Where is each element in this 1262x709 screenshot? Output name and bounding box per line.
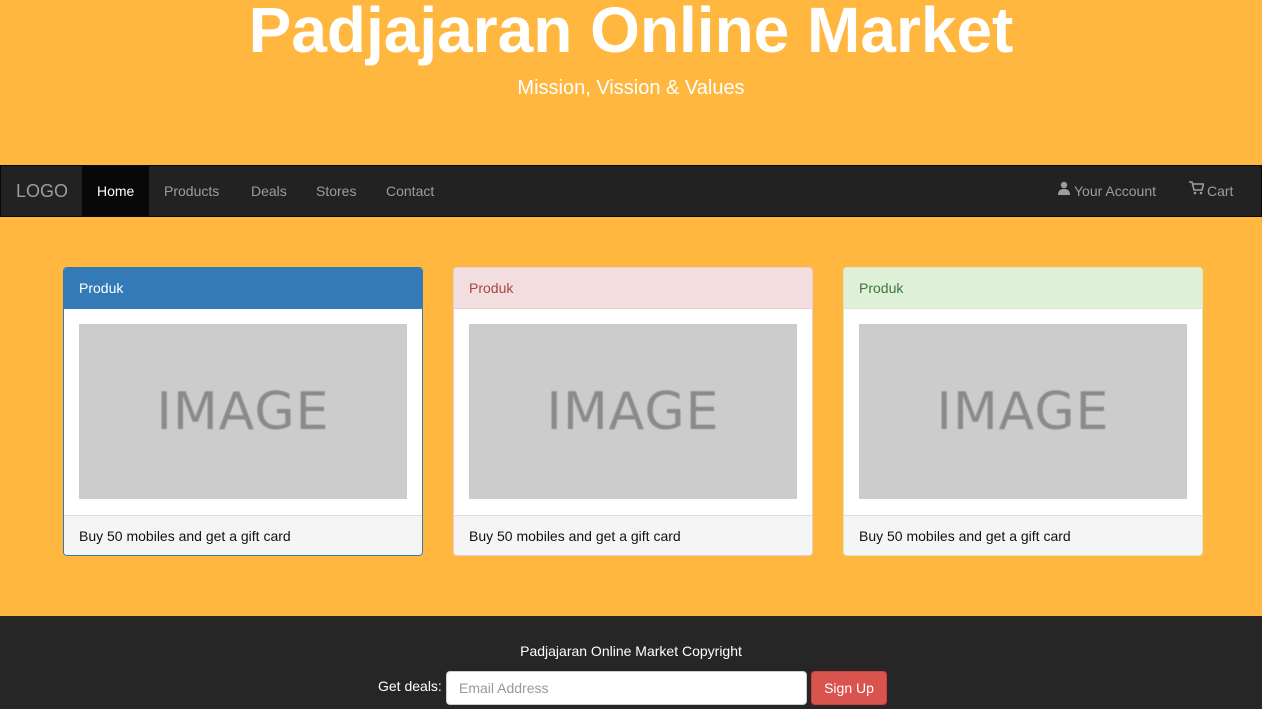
- your-account-label: Your Account: [1074, 183, 1156, 199]
- site-subtitle: Mission, Vission & Values: [517, 77, 745, 99]
- copyright-text: Padjajaran Online Market Copyright: [520, 643, 742, 659]
- panel-body: IMAGE: [454, 309, 812, 515]
- panel-body: IMAGE: [64, 309, 422, 515]
- cart-link[interactable]: Cart: [1189, 166, 1233, 216]
- cart-label: Cart: [1207, 183, 1234, 199]
- user-icon: [1057, 165, 1071, 215]
- sign-up-button[interactable]: Sign Up: [811, 671, 887, 705]
- panel-footer: Buy 50 mobiles and get a gift card: [844, 515, 1202, 555]
- panel-heading: Produk: [844, 268, 1202, 309]
- jumbotron: Padjajaran Online Market Mission, Vissio…: [0, 0, 1262, 165]
- panel-body: IMAGE: [844, 309, 1202, 515]
- panel-footer: Buy 50 mobiles and get a gift card: [454, 515, 812, 555]
- nav-item-contact[interactable]: Contact: [371, 166, 449, 216]
- product-image: IMAGE: [859, 324, 1187, 499]
- product-image: IMAGE: [469, 324, 797, 499]
- panel-heading: Produk: [64, 268, 422, 309]
- nav-item-stores[interactable]: Stores: [301, 166, 371, 216]
- image-placeholder-text: IMAGE: [156, 381, 330, 442]
- navbar: LOGO Home Products Deals Stores Contact …: [0, 165, 1262, 217]
- site-title: Padjajaran Online Market: [248, 0, 1014, 66]
- cart-icon: [1189, 165, 1205, 215]
- product-panel-2: Produk IMAGE Buy 50 mobiles and get a gi…: [453, 267, 813, 556]
- product-panel-3: Produk IMAGE Buy 50 mobiles and get a gi…: [843, 267, 1203, 556]
- nav-item-products[interactable]: Products: [149, 166, 234, 216]
- image-placeholder-text: IMAGE: [936, 381, 1110, 442]
- your-account-link[interactable]: Your Account: [1057, 166, 1156, 216]
- brand-logo[interactable]: LOGO: [16, 166, 68, 216]
- product-image: IMAGE: [79, 324, 407, 499]
- panel-footer: Buy 50 mobiles and get a gift card: [64, 515, 422, 555]
- get-deals-label: Get deals:: [378, 678, 442, 694]
- product-panel-1: Produk IMAGE Buy 50 mobiles and get a gi…: [63, 267, 423, 556]
- image-placeholder-text: IMAGE: [546, 381, 720, 442]
- nav-item-home[interactable]: Home: [82, 166, 150, 216]
- nav-item-deals[interactable]: Deals: [236, 166, 302, 216]
- panel-heading: Produk: [454, 268, 812, 309]
- email-input[interactable]: [446, 671, 807, 705]
